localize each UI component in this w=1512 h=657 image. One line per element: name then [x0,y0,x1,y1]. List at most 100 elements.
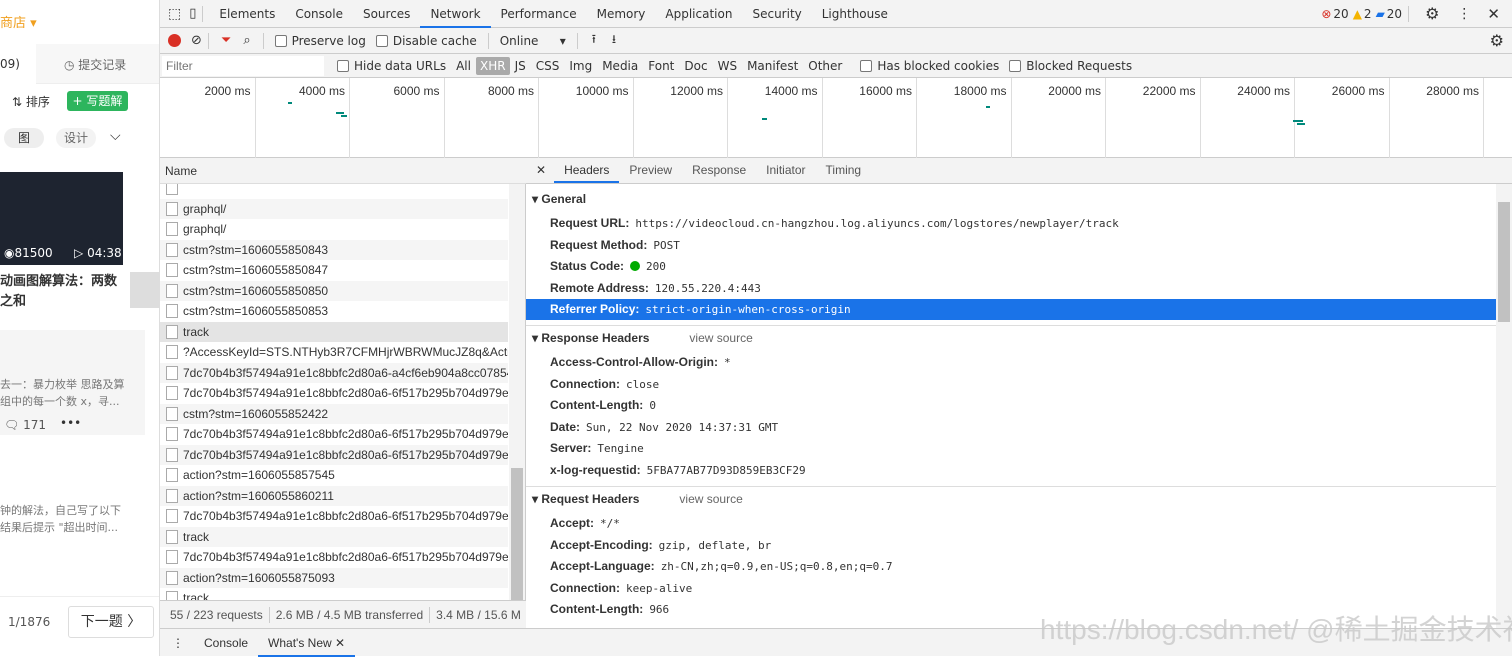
store-link[interactable]: 商店 ▾ [0,12,37,31]
request-row[interactable]: cstm?stm=1606055850853 [160,301,508,322]
request-row[interactable]: cstm?stm=1606055850843 [160,239,508,260]
tab-submissions[interactable]: ◷ 提交记录 [64,56,126,73]
import-har-icon[interactable]: ⭱ [592,30,596,51]
more-menu-icon[interactable]: ⋮ [1457,6,1471,22]
type-font[interactable]: Font [643,59,679,73]
type-media[interactable]: Media [597,59,643,73]
tab-network[interactable]: Network [420,0,491,28]
request-row[interactable]: cstm?stm=1606055850850 [160,280,508,301]
tab-memory[interactable]: Memory [587,0,656,28]
request-row[interactable]: graphql/ [160,198,508,219]
request-row[interactable]: cstm?stm=1606055852422 [160,403,508,424]
has-blocked-cookies-checkbox[interactable]: Has blocked cookies [855,59,1004,73]
tab-response[interactable]: Response [682,158,756,183]
request-row[interactable]: track [160,526,508,547]
next-question-button[interactable]: 下一题 〉 [68,606,154,638]
tab-timing[interactable]: Timing [816,158,872,183]
list-scrollbar[interactable] [509,184,525,608]
copy-icon[interactable] [130,272,159,308]
preserve-log-checkbox[interactable]: Preserve log [270,34,371,48]
request-row[interactable]: ?AccessKeyId=STS.NTHyb3R7CFMHjrWBRWMucJZ… [160,342,508,363]
record-icon[interactable] [168,34,181,47]
type-other[interactable]: Other [803,59,847,73]
request-row[interactable]: 7dc70b4b3f57494a91e1c8bbfc2d80a6-6f517b2… [160,424,508,445]
header-row[interactable]: Request URL: https://videocloud.cn-hangzh… [550,216,1119,230]
header-row[interactable]: Request Method: POST [550,238,680,252]
clear-icon[interactable]: ⊘ [191,33,202,48]
section-request-headers[interactable]: ▾ Request Headers view source [532,492,743,506]
section-response-headers[interactable]: ▾ Response Headers view source [532,331,753,345]
write-solution-button[interactable]: + 写题解 [67,91,128,111]
header-row[interactable]: Date: Sun, 22 Nov 2020 14:37:31 GMT [550,420,778,434]
header-row[interactable]: Connection: keep-alive [550,581,692,595]
comments-count[interactable]: 🗨 171 [4,418,46,432]
type-doc[interactable]: Doc [679,59,712,73]
tab-initiator[interactable]: Initiator [756,158,815,183]
request-row[interactable]: 7dc70b4b3f57494a91e1c8bbfc2d80a6-6f517b2… [160,444,508,465]
name-column-header[interactable]: Name [160,158,526,184]
solution-title[interactable]: 动画图解算法：两数之和 [0,272,125,312]
header-row[interactable]: Remote Address: 120.55.220.4:443 [550,281,761,295]
header-row[interactable]: Accept-Language: zh-CN,zh;q=0.9,en-US;q=0… [550,559,892,573]
tab-application[interactable]: Application [655,0,742,28]
tab-elements[interactable]: Elements [209,0,285,28]
inspect-icon[interactable]: ⬚ [168,6,181,22]
settings-gear-icon[interactable]: ⚙ [1425,4,1439,23]
header-row[interactable]: Access-Control-Allow-Origin: * [550,355,731,369]
drawer-tab-console[interactable]: Console [194,629,258,657]
header-row[interactable]: Referrer Policy: strict-origin-when-cross… [526,299,1496,320]
filter-input[interactable] [162,55,324,76]
sort-button[interactable]: ⇅ 排序 [12,93,50,110]
tab-performance[interactable]: Performance [491,0,587,28]
network-overview[interactable]: 2000 ms 4000 ms 6000 ms 8000 ms 10000 ms 1200… [160,78,1512,158]
chevron-down-icon[interactable]: ⌵ [110,128,121,144]
request-row[interactable]: action?stm=1606055860211 [160,485,508,506]
view-source-link[interactable]: view source [679,492,742,506]
tab-description[interactable]: 09) [0,44,36,84]
tab-headers[interactable]: Headers [554,158,620,183]
header-row[interactable]: Content-Length: 0 [550,398,656,412]
request-row[interactable]: 7dc70b4b3f57494a91e1c8bbfc2d80a6-6f517b2… [160,506,508,527]
type-img[interactable]: Img [564,59,597,73]
filter-icon[interactable]: ⏷ [221,33,231,48]
tab-lighthouse[interactable]: Lighthouse [812,0,898,28]
view-source-link[interactable]: view source [689,331,752,345]
type-js[interactable]: JS [510,59,531,73]
details-scrollbar[interactable] [1496,184,1512,628]
tab-security[interactable]: Security [742,0,811,28]
issue-counts[interactable]: ⊗ 20 ▲ 2 ▰ 20 [1321,7,1402,21]
search-icon[interactable]: ⌕ [243,33,250,48]
close-details-icon[interactable]: ✕ [526,163,554,183]
device-toolbar-icon[interactable]: ▯ [189,6,196,21]
tab-sources[interactable]: Sources [353,0,420,28]
type-all[interactable]: All [451,59,476,73]
drawer-menu-icon[interactable]: ⋮ [172,636,184,650]
export-har-icon[interactable]: ⭳ [612,30,616,51]
header-row[interactable]: x-log-requestid: 5FBA77AB77D93D859EB3CF29 [550,463,806,477]
request-row[interactable]: track [160,321,508,342]
section-general[interactable]: ▾ General [532,192,586,206]
request-row[interactable]: cstm?stm=1606055850847 [160,260,508,281]
video-thumbnail[interactable]: ◉81500 ▷ 04:38 [0,172,123,265]
request-row[interactable]: 7dc70b4b3f57494a91e1c8bbfc2d80a6-6f517b2… [160,383,508,404]
request-row[interactable]: 7dc70b4b3f57494a91e1c8bbfc2d80a6-a4cf6eb… [160,362,508,383]
throttling-select[interactable]: Online ▾ [495,34,571,48]
header-row[interactable]: Accept: */* [550,516,620,530]
header-row[interactable]: Accept-Encoding: gzip, deflate, br [550,538,771,552]
request-row[interactable]: action?stm=1606055857545 [160,465,508,486]
request-row[interactable]: track [160,588,508,600]
request-row[interactable]: 7dc70b4b3f57494a91e1c8bbfc2d80a6-6f517b2… [160,547,508,568]
type-xhr[interactable]: XHR [475,56,510,75]
hide-data-urls-checkbox[interactable]: Hide data URLs [332,59,451,73]
header-row[interactable]: Server: Tengine [550,441,644,455]
drawer-tab-whats-new[interactable]: What's New ✕ [258,629,356,657]
header-row[interactable]: Content-Length: 966 [550,602,669,616]
blocked-requests-checkbox[interactable]: Blocked Requests [1004,59,1137,73]
tag-design[interactable]: 设计 [56,128,96,148]
request-row[interactable]: action?stm=1606055875093 [160,567,508,588]
close-tab-icon[interactable]: ✕ [335,636,345,650]
tag-graph[interactable]: 图 [4,128,44,148]
type-css[interactable]: CSS [531,59,565,73]
type-ws[interactable]: WS [713,59,742,73]
more-icon[interactable]: ••• [60,416,81,430]
